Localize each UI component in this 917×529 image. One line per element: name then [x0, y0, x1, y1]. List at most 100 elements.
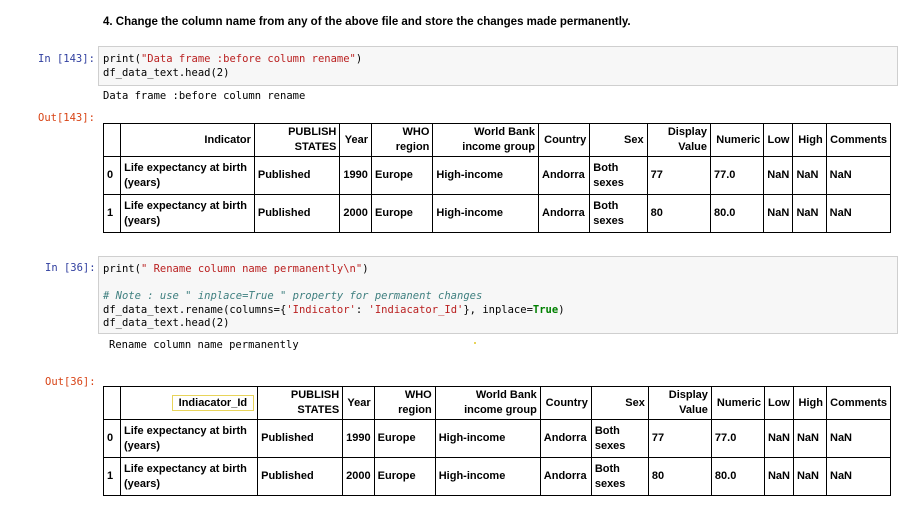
table-cell: Europe	[371, 194, 434, 233]
row-index: 0	[102, 156, 122, 195]
column-header: Low	[763, 386, 794, 420]
code-string: 'Indiacator_Id'	[368, 303, 464, 316]
table-cell: Both sexes	[589, 156, 648, 195]
code-colon: :	[355, 303, 369, 316]
table-cell: 80.0	[709, 194, 765, 233]
in-prompt-36: In [36]:	[45, 262, 96, 274]
column-header: Display Value	[646, 123, 711, 157]
table-cell: NaN	[763, 156, 794, 195]
column-header: Country	[537, 123, 591, 157]
table-cell: Andorra	[539, 419, 592, 458]
table-cell: Europe	[373, 419, 436, 458]
column-header: Country	[539, 386, 592, 420]
column-header: Sex	[589, 123, 648, 157]
table-cell: Life expectancy at birth (years)	[119, 457, 259, 496]
column-header: Low	[763, 123, 794, 157]
table-cell: 77.0	[709, 156, 765, 195]
table-cell: Andorra	[539, 457, 592, 496]
code-string: 'Indicator'	[286, 303, 356, 316]
code-print-fn: print(	[103, 53, 141, 65]
column-header: World Bank income group	[432, 123, 539, 157]
table-cell: NaN	[826, 457, 891, 496]
index-header	[103, 386, 121, 420]
column-header: High	[792, 386, 828, 420]
table-cell: NaN	[792, 156, 827, 195]
stdout-36: Rename column name permanently	[109, 339, 299, 351]
table-cell: 80	[646, 194, 711, 233]
column-header: Sex	[590, 386, 649, 420]
table-cell: 2000	[339, 194, 373, 233]
table-cell: Andorra	[537, 194, 591, 233]
table-row: 0 Life expectancy at birth (years) Publi…	[102, 156, 892, 195]
renamed-column-header: Indiacator_Id	[171, 394, 255, 411]
table-cell: Life expectancy at birth (years)	[120, 156, 255, 195]
section-heading: 4. Change the column name from any of th…	[103, 16, 631, 28]
table-row: 0 Life expectancy at birth (years) Publi…	[103, 419, 891, 458]
column-header: Numeric	[709, 123, 765, 157]
row-index: 1	[102, 194, 122, 233]
table-cell: Andorra	[537, 156, 591, 195]
table-cell: NaN	[763, 457, 794, 496]
table-header-row: Indiacator_Id PUBLISH STATES Year WHO re…	[103, 386, 891, 420]
table-row: 1 Life expectancy at birth (years) Publi…	[102, 194, 892, 233]
table-header-row: Indicator PUBLISH STATES Year WHO region…	[102, 123, 892, 157]
code-cell-143[interactable]: print("Data frame :before column rename"…	[98, 46, 898, 86]
table-cell: 1990	[342, 419, 375, 458]
code-print-fn: print(	[103, 263, 141, 275]
out-prompt-36: Out[36]:	[45, 376, 96, 388]
column-header: High	[792, 123, 827, 157]
table-cell: Europe	[373, 457, 436, 496]
table-cell: 2000	[342, 457, 375, 496]
table-cell: 1990	[339, 156, 373, 195]
table-cell: NaN	[826, 419, 891, 458]
table-row: 1 Life expectancy at birth (years) Publi…	[103, 457, 891, 496]
code-head-call: df_data_text.head(2)	[103, 317, 230, 329]
column-header: World Bank income group	[434, 386, 541, 420]
column-header: Indiacator_Id	[119, 386, 259, 420]
table-cell: Life expectancy at birth (years)	[120, 194, 255, 233]
column-header: Display Value	[647, 386, 712, 420]
table-cell: 77	[647, 419, 712, 458]
table-cell: High-income	[434, 457, 541, 496]
column-header: PUBLISH STATES	[257, 386, 344, 420]
table-cell: 80.0	[710, 457, 765, 496]
column-header: Year	[342, 386, 375, 420]
code-paren: )	[362, 263, 369, 275]
column-header: Comments	[826, 386, 891, 420]
table-cell: NaN	[792, 457, 828, 496]
table-cell: Both sexes	[589, 194, 648, 233]
dataframe-table-after: Indiacator_Id PUBLISH STATES Year WHO re…	[103, 386, 891, 496]
code-paren: )	[558, 303, 565, 316]
column-header: WHO region	[373, 386, 436, 420]
table-cell: High-income	[432, 156, 539, 195]
table-cell: NaN	[792, 194, 827, 233]
table-cell: 77	[646, 156, 711, 195]
code-string: "Data frame :before column rename"	[140, 53, 356, 65]
table-cell: Published	[253, 156, 341, 195]
table-cell: Published	[257, 457, 344, 496]
stdout-143: Data frame :before column rename	[103, 90, 306, 102]
row-index: 1	[103, 457, 121, 496]
stray-mark	[474, 342, 476, 344]
table-cell: Both sexes	[590, 419, 649, 458]
table-cell: Both sexes	[590, 457, 649, 496]
table-cell: 80	[647, 457, 712, 496]
column-header: Numeric	[710, 386, 765, 420]
row-index: 0	[103, 419, 121, 458]
table-cell: NaN	[825, 194, 892, 233]
table-cell: High-income	[432, 194, 539, 233]
index-header	[102, 123, 122, 157]
dataframe-table-before: Indicator PUBLISH STATES Year WHO region…	[102, 123, 892, 233]
column-header: PUBLISH STATES	[253, 123, 341, 157]
code-cell-36[interactable]: print(" Rename column name permanently\n…	[98, 256, 898, 334]
table-cell: Europe	[371, 156, 434, 195]
column-header: WHO region	[371, 123, 434, 157]
table-cell: High-income	[434, 419, 541, 458]
in-prompt-143: In [143]:	[38, 53, 95, 65]
table-cell: NaN	[792, 419, 828, 458]
table-cell: NaN	[825, 156, 892, 195]
table-cell: 77.0	[710, 419, 765, 458]
code-rename-call: df_data_text.rename(columns={	[103, 303, 287, 316]
out-prompt-143: Out[143]:	[38, 112, 95, 124]
code-head-call: df_data_text.head(2)	[103, 66, 230, 79]
